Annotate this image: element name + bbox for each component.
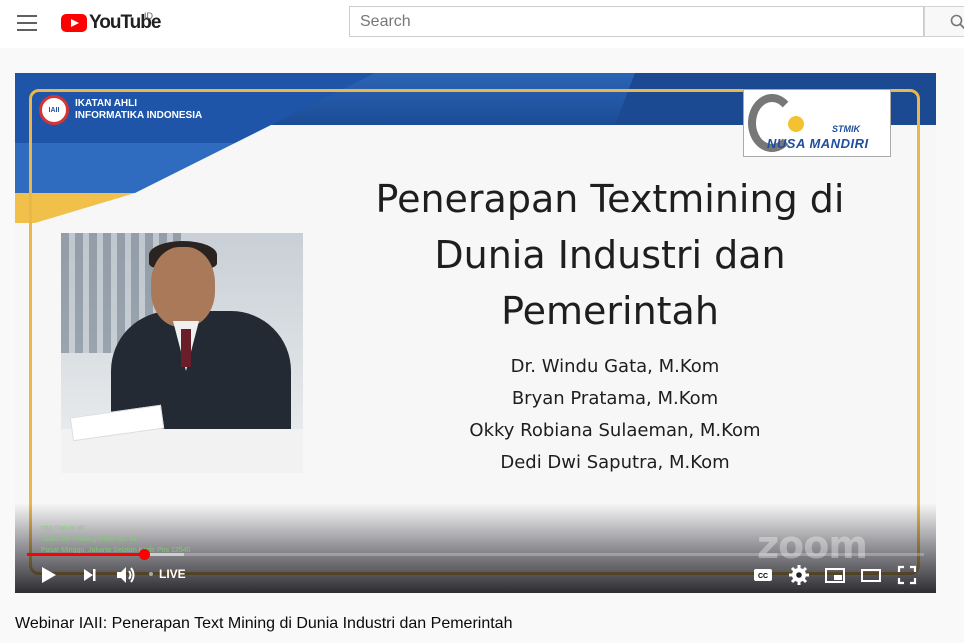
iaii-logo: IAII IKATAN AHLI INFORMATIKA INDONESIA [39, 95, 202, 125]
captions-icon[interactable]: CC [752, 564, 774, 586]
settings-gear-icon[interactable] [788, 564, 810, 586]
author-item: Okky Robiana Sulaeman, M.Kom [469, 420, 761, 441]
play-icon[interactable] [39, 564, 59, 586]
slide-title-line3: Pemerintah [501, 289, 719, 333]
campus-logo-sun [788, 116, 804, 132]
next-icon[interactable] [81, 564, 99, 586]
author-item: Dr. Windu Gata, M.Kom [510, 356, 720, 377]
zoom-watermark: zoom [757, 523, 868, 567]
video-title: Webinar IAII: Penerapan Text Mining di D… [15, 615, 513, 632]
volume-icon[interactable] [115, 564, 137, 586]
campus-logo: STMIK NUSA MANDIRI [743, 89, 891, 157]
svg-text:CC: CC [758, 573, 768, 580]
footer-address: Jalan Jati Padang Raya No. 41 [41, 536, 138, 543]
search-icon [950, 14, 964, 30]
org-name: IKATAN AHLI INFORMATIKA INDONESIA [75, 98, 202, 122]
scrubber-handle[interactable] [138, 549, 150, 560]
country-code: ID [144, 11, 153, 21]
fullscreen-icon[interactable] [896, 564, 918, 586]
search-input[interactable] [350, 7, 923, 36]
video-frame: IAII IKATAN AHLI INFORMATIKA INDONESIA S… [15, 73, 936, 593]
author-list: Dr. Windu Gata, M.Kom Bryan Pratama, M.K… [425, 351, 805, 479]
theater-mode-icon[interactable] [860, 564, 882, 586]
org-name-line1: IKATAN AHLI [75, 98, 138, 109]
video-player[interactable]: IAII IKATAN AHLI INFORMATIKA INDONESIA S… [15, 73, 936, 593]
progress-bar[interactable] [27, 549, 924, 560]
slide-title: Penerapan Textmining di Dunia Industri d… [345, 171, 875, 339]
search-box [349, 6, 924, 37]
author-item: Bryan Pratama, M.Kom [511, 388, 719, 409]
slide-footer: http://iaii.or.id/ Jalan Jati Padang Ray… [41, 523, 190, 556]
campus-logo-top: STMIK [832, 124, 860, 134]
slide-title-line1: Penerapan Textmining di [375, 177, 845, 221]
progress-buffered [143, 553, 184, 556]
footer-url: http://iaii.or.id/ [41, 525, 85, 532]
masthead: YouTube ID [0, 0, 964, 48]
slide-title-line2: Dunia Industri dan [434, 233, 786, 277]
youtube-logo[interactable]: YouTube ID [61, 11, 161, 34]
campus-logo-bottom: NUSA MANDIRI [767, 136, 869, 151]
miniplayer-icon[interactable] [824, 564, 846, 586]
search-button[interactable] [924, 6, 964, 37]
live-label: LIVE [159, 567, 186, 581]
youtube-play-icon [61, 14, 87, 32]
menu-icon[interactable] [17, 15, 37, 31]
progress-played [27, 553, 144, 556]
author-item: Dedi Dwi Saputra, M.Kom [500, 452, 730, 473]
live-dot-icon [149, 572, 153, 576]
org-name-line2: INFORMATIKA INDONESIA [75, 110, 203, 121]
presenter-photo [61, 233, 303, 473]
live-badge[interactable]: LIVE [149, 567, 186, 581]
iaii-badge: IAII [39, 95, 69, 125]
